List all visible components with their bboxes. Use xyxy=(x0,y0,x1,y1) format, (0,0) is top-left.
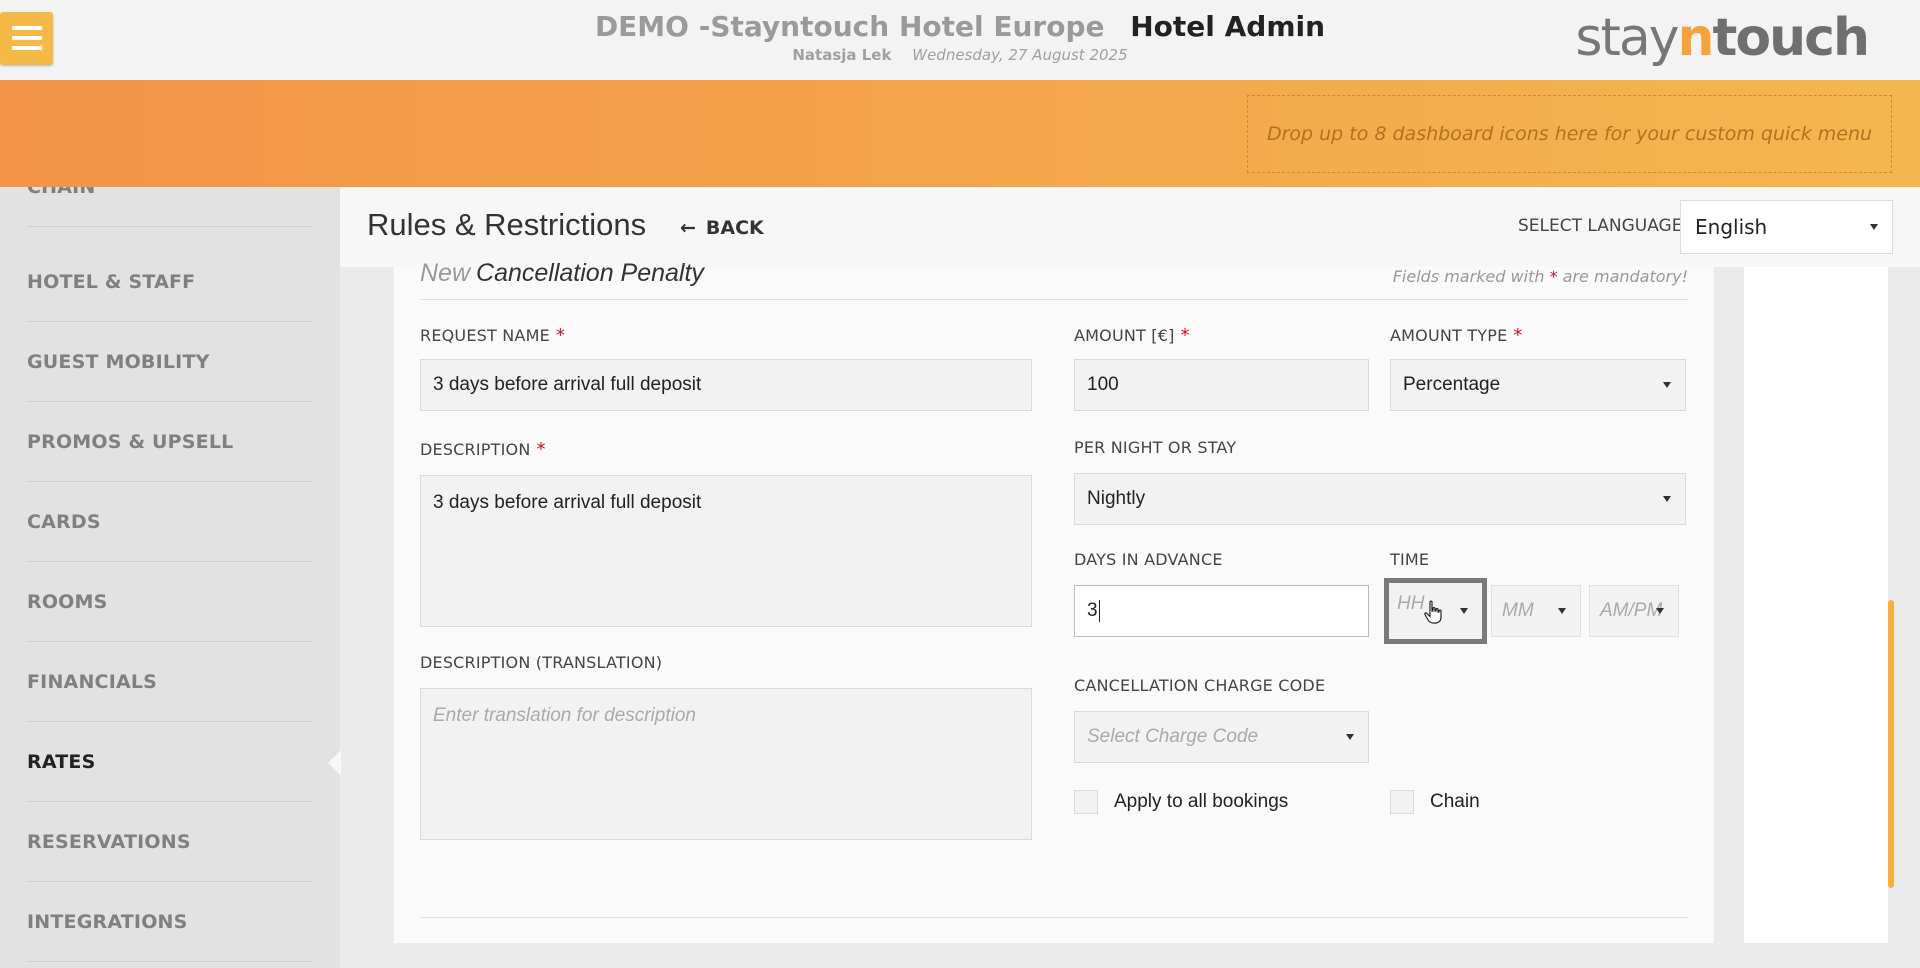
sidebar-item-chain[interactable]: CHAIN xyxy=(27,187,313,227)
current-date: Wednesday, 27 August 2025 xyxy=(912,46,1128,64)
sidebar-item-reservations[interactable]: RESERVATIONS xyxy=(27,802,313,882)
sidebar-item-hotel-staff[interactable]: HOTEL & STAFF xyxy=(27,242,313,322)
per-night-select[interactable]: Nightly xyxy=(1074,473,1686,525)
sidebar-item-guest-mobility[interactable]: GUEST MOBILITY xyxy=(27,322,313,402)
cancellation-penalty-form: New Cancellation Penalty Fields marked wi… xyxy=(394,259,1714,943)
app-title: Hotel Admin xyxy=(1130,10,1326,43)
apply-all-bookings-checkbox[interactable] xyxy=(1074,790,1098,814)
description-translation-textarea[interactable]: Enter translation for description xyxy=(420,688,1032,840)
right-panel xyxy=(1744,267,1888,943)
description-label: DESCRIPTION * xyxy=(420,439,546,460)
chevron-down-icon xyxy=(1346,734,1354,740)
select-language-label: SELECT LANGUAGE xyxy=(1518,216,1683,236)
scrollbar-thumb[interactable] xyxy=(1888,600,1894,888)
chevron-down-icon xyxy=(1460,608,1468,614)
page-header: Rules & Restrictions ← BACK SELECT LANGUA… xyxy=(340,187,1920,267)
page-title: Rules & Restrictions xyxy=(367,207,647,242)
time-ampm-select[interactable]: AM/PM xyxy=(1589,585,1679,637)
back-arrow-icon: ← xyxy=(680,217,696,239)
sidebar-item-rates[interactable]: RATES xyxy=(27,722,313,802)
language-select[interactable]: English xyxy=(1680,200,1893,254)
per-night-label: PER NIGHT OR STAY xyxy=(1074,438,1237,457)
time-label: TIME xyxy=(1390,550,1430,569)
back-button[interactable]: ← BACK xyxy=(680,217,764,239)
hand-pointer-icon xyxy=(1424,600,1442,624)
top-header: DEMO -Stayntouch Hotel Europe Hotel Admi… xyxy=(0,0,1920,80)
chain-checkbox[interactable] xyxy=(1390,790,1414,814)
chevron-down-icon xyxy=(1663,496,1671,502)
days-in-advance-label: DAYS IN ADVANCE xyxy=(1074,550,1223,569)
active-nav-pointer xyxy=(328,750,341,776)
bottom-divider xyxy=(420,917,1688,918)
text-cursor xyxy=(1098,600,1100,622)
quick-menu-band: Drop up to 8 dashboard icons here for yo… xyxy=(0,80,1920,187)
sidebar-item-cards[interactable]: CARDS xyxy=(27,482,313,562)
form-title: New Cancellation Penalty xyxy=(420,259,704,287)
charge-code-label: CANCELLATION CHARGE CODE xyxy=(1074,676,1326,695)
request-name-input[interactable]: 3 days before arrival full deposit xyxy=(420,359,1032,411)
apply-all-bookings-label: Apply to all bookings xyxy=(1114,791,1289,812)
description-translation-label: DESCRIPTION (TRANSLATION) xyxy=(420,653,663,672)
chevron-down-icon xyxy=(1558,608,1566,614)
mandatory-note: Fields marked with * are mandatory! xyxy=(1392,267,1688,286)
chain-label: Chain xyxy=(1430,791,1480,812)
sidebar-item-financials[interactable]: FINANCIALS xyxy=(27,642,313,722)
sidebar-item-rooms[interactable]: ROOMS xyxy=(27,562,313,642)
sidebar-item-integrations[interactable]: INTEGRATIONS xyxy=(27,882,313,962)
amount-type-label: AMOUNT TYPE * xyxy=(1390,325,1523,346)
charge-code-select[interactable]: Select Charge Code xyxy=(1074,711,1369,763)
quick-menu-dropzone[interactable]: Drop up to 8 dashboard icons here for yo… xyxy=(1247,95,1892,173)
amount-type-select[interactable]: Percentage xyxy=(1390,359,1686,411)
amount-input[interactable]: 100 xyxy=(1074,359,1369,411)
sidebar-item-promos-upsell[interactable]: PROMOS & UPSELL xyxy=(27,402,313,482)
amount-label: AMOUNT [€] * xyxy=(1074,325,1190,346)
chevron-down-icon xyxy=(1663,382,1671,388)
sidebar: CHAIN HOTEL & STAFF GUEST MOBILITY PROMO… xyxy=(0,187,340,968)
days-in-advance-input[interactable]: 3 xyxy=(1074,585,1369,637)
chevron-down-icon xyxy=(1656,608,1664,614)
brand-logo: stayntouch xyxy=(1575,8,1870,68)
title-divider xyxy=(420,299,1688,300)
chevron-down-icon xyxy=(1870,224,1878,230)
description-textarea[interactable]: 3 days before arrival full deposit xyxy=(420,475,1032,627)
hotel-name: DEMO -Stayntouch Hotel Europe xyxy=(594,10,1105,43)
request-name-label: REQUEST NAME * xyxy=(420,325,566,346)
user-name: Natasja Lek xyxy=(792,46,892,64)
time-minute-select[interactable]: MM xyxy=(1491,585,1581,637)
